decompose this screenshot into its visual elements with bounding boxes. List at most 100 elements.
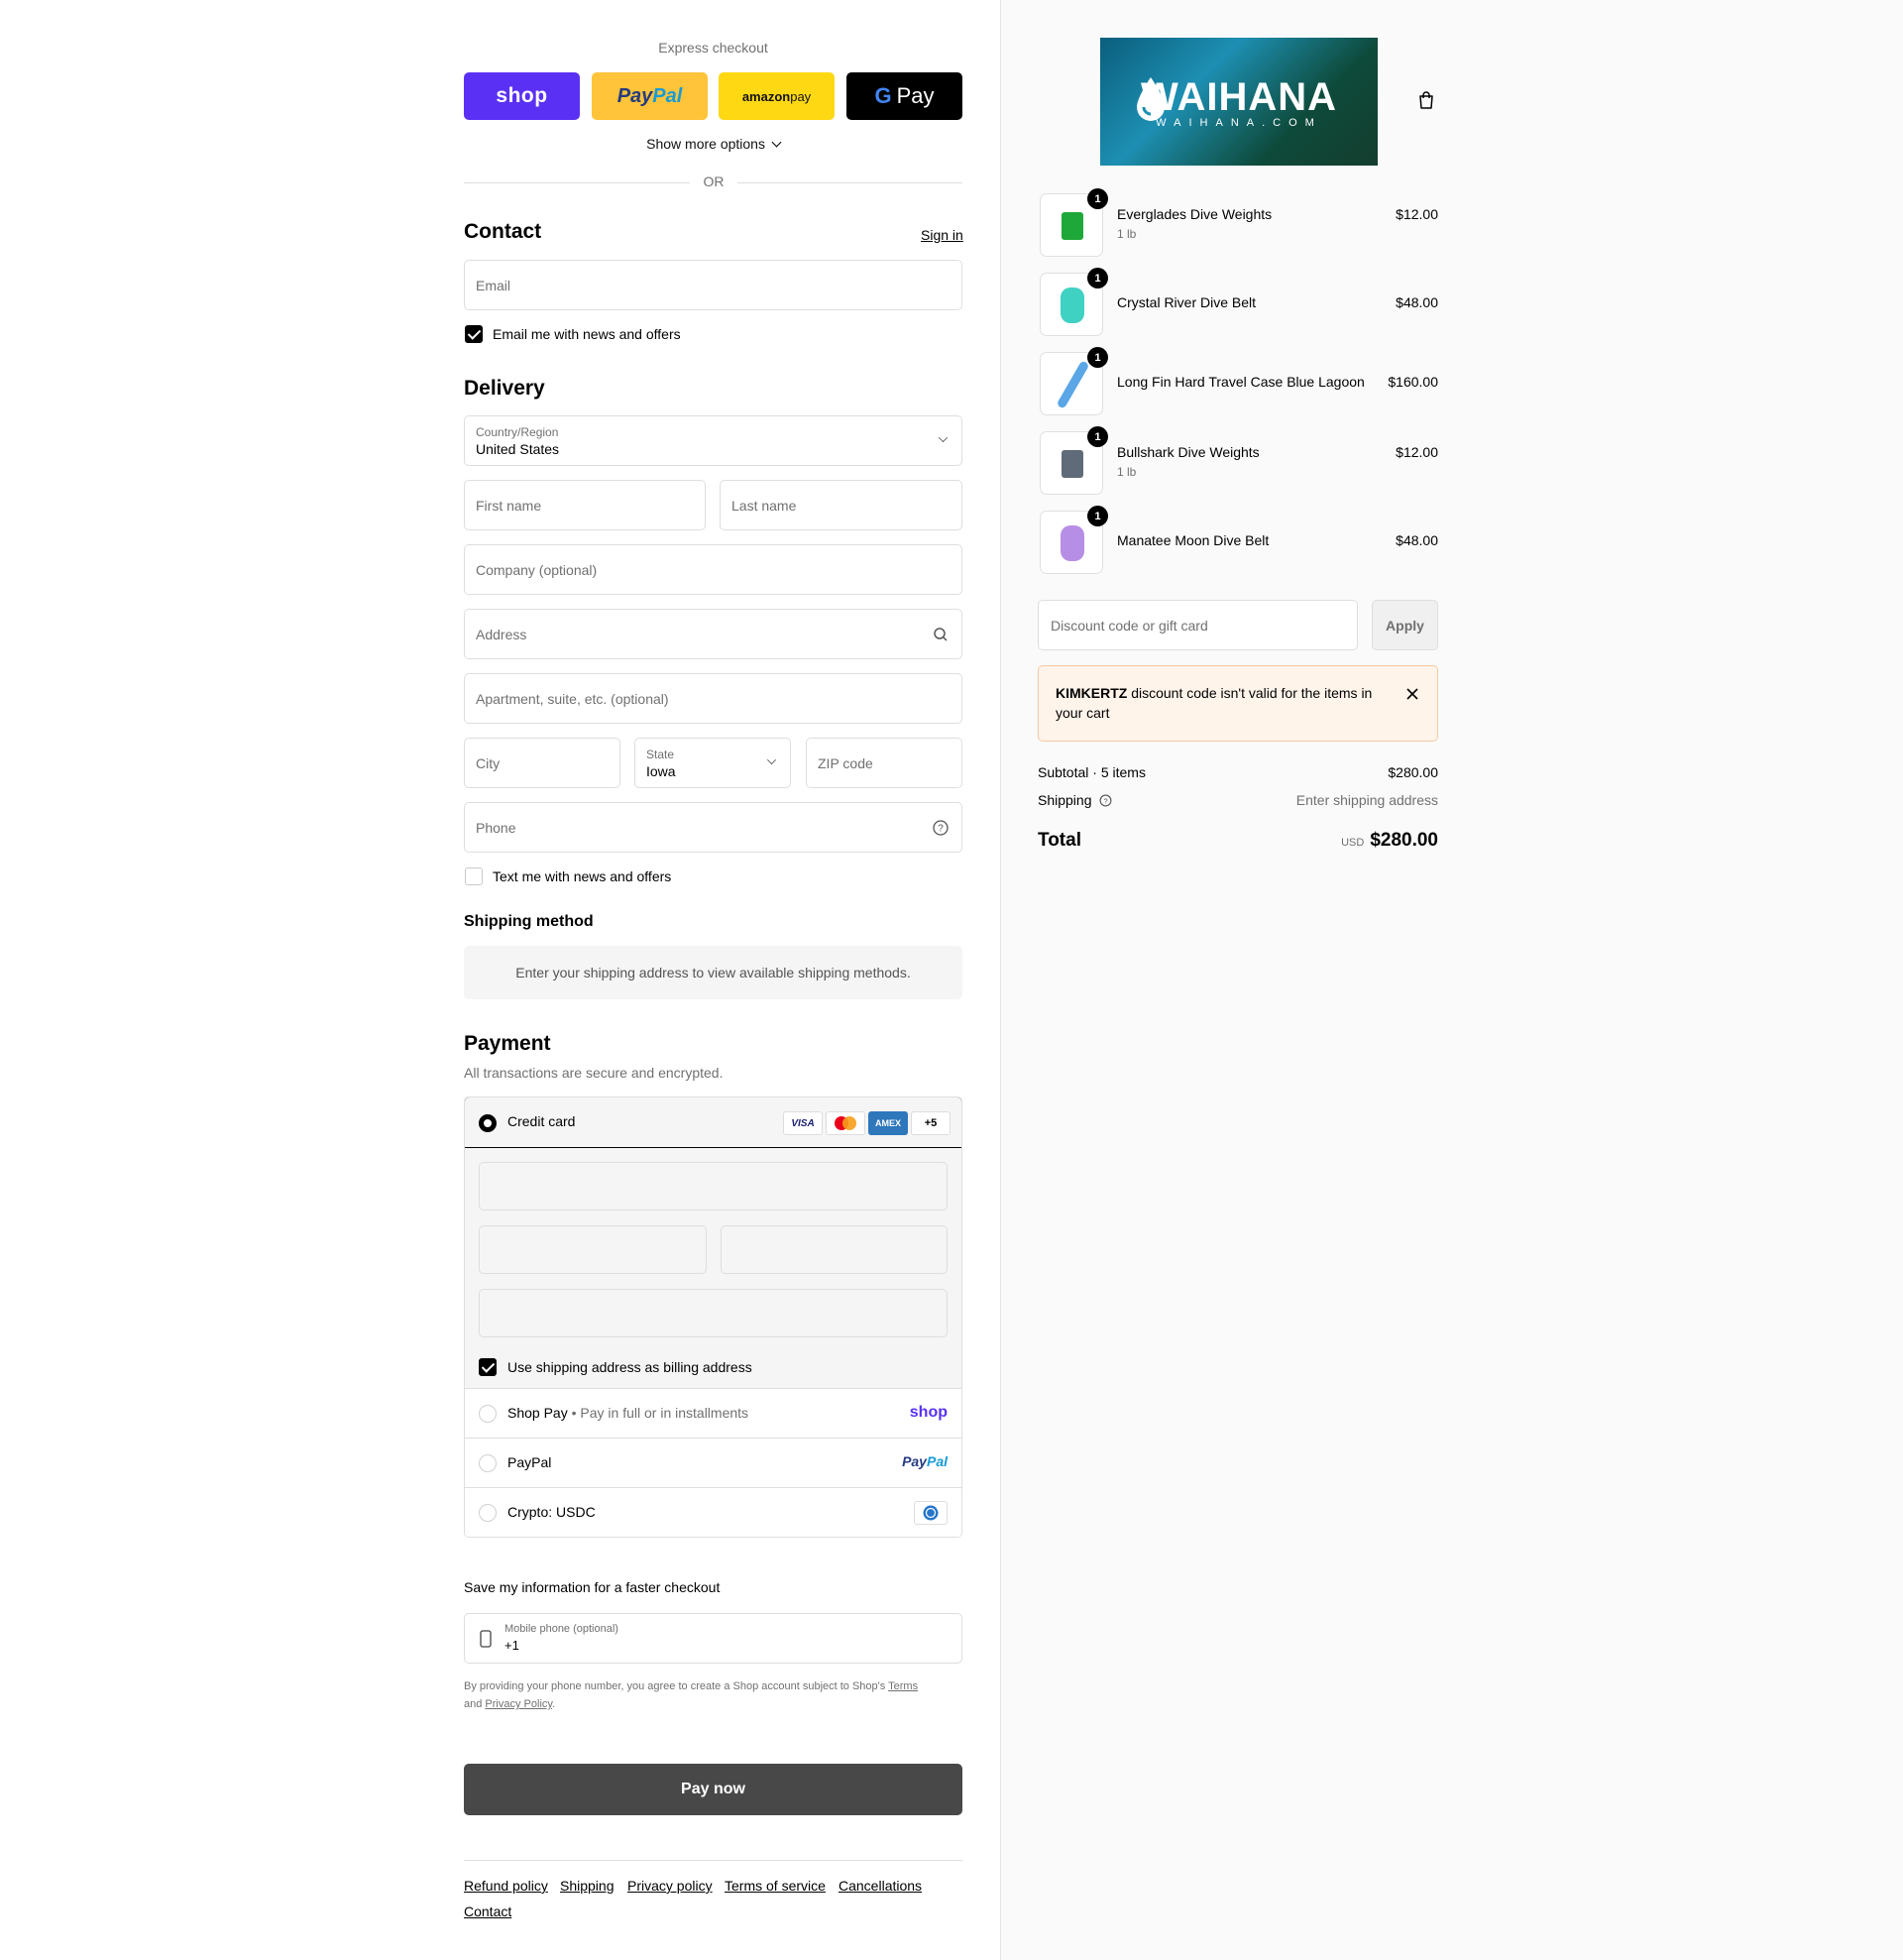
footer-divider <box>464 1860 962 1861</box>
shopping-bag-icon[interactable] <box>1417 90 1435 110</box>
shipping-method-notice: Enter your shipping address to view avai… <box>464 946 962 999</box>
shipping-value: Enter shipping address <box>1295 792 1438 808</box>
pay-now-label: Pay now <box>681 1781 745 1797</box>
last-name-placeholder: Last name <box>731 497 797 514</box>
usdc-icon <box>914 1501 948 1525</box>
payment-subtitle: All transactions are secure and encrypte… <box>464 1065 724 1081</box>
store-logo[interactable]: WAIHANA WAIHANA.COM <box>1100 38 1378 166</box>
card-name-field[interactable] <box>479 1289 948 1337</box>
chevron-down-icon <box>767 755 776 764</box>
mobile-phone-field[interactable]: Mobile phone (optional) +1 <box>464 1613 962 1664</box>
svg-text:?: ? <box>1104 796 1108 805</box>
payment-methods: Credit card VISA AMEX +5 Use shipping ad… <box>464 1096 962 1538</box>
svg-text:?: ? <box>938 824 944 835</box>
card-details-form: Use shipping address as billing address <box>465 1148 961 1389</box>
quantity-badge: 1 <box>1087 426 1108 447</box>
checkout-form-panel: Express checkout shop Pay Pal amazon pay … <box>0 0 1000 1960</box>
paypal-label-b: Pal <box>652 84 683 107</box>
close-icon[interactable] <box>1404 686 1420 702</box>
country-label: Country/Region <box>476 425 559 439</box>
quantity-badge: 1 <box>1087 506 1108 526</box>
paypal-option[interactable]: PayPal PayPal <box>465 1439 961 1488</box>
discount-placeholder: Discount code or gift card <box>1051 617 1208 634</box>
cart-item-variant: 1 lb <box>1117 465 1137 479</box>
address-field[interactable]: Address <box>464 609 962 659</box>
shop-pay-logo: shop <box>909 1404 948 1421</box>
email-placeholder: Email <box>476 277 511 293</box>
pay-now-button[interactable]: Pay now <box>464 1764 962 1815</box>
last-name-field[interactable]: Last name <box>720 480 962 530</box>
cart-item-price: $48.00 <box>1396 294 1438 310</box>
product-image <box>1062 212 1083 240</box>
paypal-radio[interactable] <box>479 1454 497 1472</box>
terms-link[interactable]: Terms <box>888 1680 918 1692</box>
crypto-radio[interactable] <box>479 1504 497 1522</box>
logo-subtext: WAIHANA.COM <box>1156 117 1322 129</box>
card-cvv-field[interactable] <box>721 1225 948 1274</box>
total-row: Total USD $280.00 <box>1038 830 1438 856</box>
product-image <box>1062 450 1083 478</box>
shipping-row: Shipping ? Enter shipping address <box>1038 792 1438 808</box>
text-news-label: Text me with news and offers <box>493 868 672 884</box>
footer-link-privacy-policy[interactable]: Privacy policy <box>627 1878 713 1894</box>
zip-placeholder: ZIP code <box>818 754 873 771</box>
apply-discount-button[interactable]: Apply <box>1372 600 1438 650</box>
apartment-field[interactable]: Apartment, suite, etc. (optional) <box>464 673 962 724</box>
card-expiry-field[interactable] <box>479 1225 707 1274</box>
footer-link-cancellations[interactable]: Cancellations <box>839 1878 922 1894</box>
paypal-label: PayPal <box>507 1454 552 1470</box>
help-circle-icon[interactable]: ? <box>932 819 950 837</box>
sign-in-link[interactable]: Sign in <box>921 227 963 243</box>
total-label: Total <box>1038 830 1081 851</box>
city-field[interactable]: City <box>464 738 620 788</box>
payment-heading: Payment <box>464 1032 551 1055</box>
credit-card-radio[interactable] <box>479 1114 497 1132</box>
save-info-heading: Save my information for a faster checkou… <box>464 1579 721 1595</box>
chevron-down-icon <box>939 433 948 442</box>
footer-link-shipping[interactable]: Shipping <box>560 1878 615 1894</box>
state-select[interactable]: State Iowa <box>634 738 791 788</box>
subtotal-value: $280.00 <box>1388 764 1438 780</box>
shop-pay-express-button[interactable]: shop <box>464 72 580 120</box>
amazon-pay-express-button[interactable]: amazon pay <box>719 72 835 120</box>
footer-link-refund-policy[interactable]: Refund policy <box>464 1878 548 1894</box>
footer-link-contact[interactable]: Contact <box>464 1903 511 1919</box>
country-select[interactable]: Country/Region United States <box>464 415 962 466</box>
discount-error-alert: KIMKERTZ discount code isn't valid for t… <box>1038 665 1438 742</box>
shop-pay-radio[interactable] <box>479 1405 497 1423</box>
cart-item-price: $160.00 <box>1388 374 1438 390</box>
footer-link-terms-of-service[interactable]: Terms of service <box>725 1878 826 1894</box>
express-checkout-title: Express checkout <box>658 40 768 56</box>
legal-text-a: By providing your phone number, you agre… <box>464 1680 889 1692</box>
google-pay-express-button[interactable]: G Pay <box>846 72 962 120</box>
company-field[interactable]: Company (optional) <box>464 544 962 595</box>
logo-text: WAIHANA <box>1140 75 1338 119</box>
paypal-logo: PayPal <box>902 1453 948 1469</box>
email-news-checkbox[interactable] <box>465 325 483 343</box>
crypto-option[interactable]: Crypto: USDC <box>465 1488 961 1537</box>
cart-item-price: $48.00 <box>1396 532 1438 548</box>
billing-same-checkbox[interactable] <box>479 1358 497 1376</box>
email-field[interactable]: Email <box>464 260 962 310</box>
card-number-field[interactable] <box>479 1162 948 1211</box>
cart-item-name: Bullshark Dive Weights <box>1117 444 1260 460</box>
product-image <box>1061 525 1084 561</box>
help-circle-icon[interactable]: ? <box>1099 794 1112 807</box>
phone-field[interactable]: Phone ? <box>464 802 962 853</box>
privacy-policy-link[interactable]: Privacy Policy <box>485 1698 552 1710</box>
paypal-logo-a: Pay <box>902 1453 927 1469</box>
discount-code-input[interactable]: Discount code or gift card <box>1038 600 1358 650</box>
zip-field[interactable]: ZIP code <box>806 738 962 788</box>
shop-pay-option[interactable]: Shop Pay • Pay in full or in installment… <box>465 1389 961 1439</box>
quantity-badge: 1 <box>1087 347 1108 368</box>
phone-placeholder: Phone <box>476 819 516 836</box>
mobile-phone-value: +1 <box>504 1638 519 1653</box>
currency-code: USD <box>1341 837 1365 849</box>
show-more-options-button[interactable]: Show more options <box>464 136 962 152</box>
cart-item-price: $12.00 <box>1396 444 1438 460</box>
text-news-checkbox[interactable] <box>465 867 483 885</box>
credit-card-option[interactable]: Credit card VISA AMEX +5 <box>465 1097 961 1148</box>
paypal-express-button[interactable]: Pay Pal <box>592 72 708 120</box>
first-name-field[interactable]: First name <box>464 480 706 530</box>
search-icon <box>934 628 948 641</box>
